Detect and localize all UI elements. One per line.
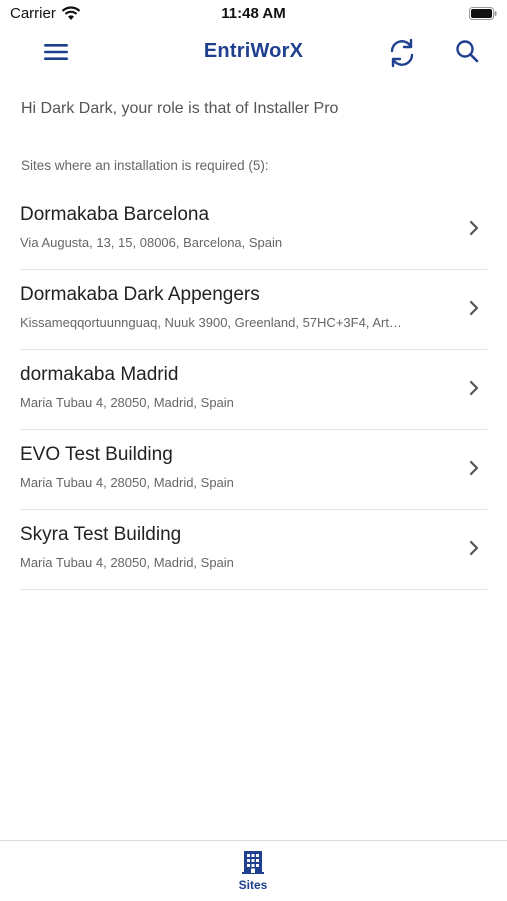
chevron-right-icon (469, 460, 479, 476)
site-name: Skyra Test Building (20, 524, 182, 545)
site-address: Maria Tubau 4, 28050, Madrid, Spain (20, 475, 234, 490)
site-address: Via Augusta, 13, 15, 08006, Barcelona, S… (20, 235, 283, 250)
site-list: Dormakaba Barcelona Via Augusta, 13, 15,… (0, 190, 507, 590)
app-title: EntriWorX (203, 40, 304, 62)
nav-bar: EntriWorX (0, 30, 507, 74)
greeting-text: Hi Dark Dark, your role is that of Insta… (21, 100, 339, 117)
site-row-dormakaba-madrid[interactable]: dormakaba Madrid Maria Tubau 4, 28050, M… (20, 350, 487, 430)
site-row-evo-test-building[interactable]: EVO Test Building Maria Tubau 4, 28050, … (20, 430, 487, 510)
site-name: EVO Test Building (20, 444, 173, 465)
site-row-dormakaba-dark-appengers[interactable]: Dormakaba Dark Appengers Kissameqqortuun… (20, 270, 487, 350)
chevron-right-icon (469, 300, 479, 316)
sync-icon[interactable] (384, 35, 420, 71)
site-address: Maria Tubau 4, 28050, Madrid, Spain (20, 555, 234, 570)
status-bar: Carrier 11:48 AM (0, 0, 507, 30)
tab-sites[interactable]: Sites (223, 849, 283, 899)
sites-section-header: Sites where an installation is required … (21, 158, 269, 173)
site-address: Maria Tubau 4, 28050, Madrid, Spain (20, 395, 234, 410)
hamburger-menu-icon[interactable] (40, 38, 72, 66)
chevron-right-icon (469, 540, 479, 556)
search-icon[interactable] (454, 38, 482, 66)
site-row-dormakaba-barcelona[interactable]: Dormakaba Barcelona Via Augusta, 13, 15,… (20, 190, 487, 270)
tab-bar: Sites (0, 840, 507, 901)
tab-sites-label: Sites (238, 878, 268, 892)
chevron-right-icon (469, 220, 479, 236)
site-name: Dormakaba Dark Appengers (20, 284, 260, 305)
site-row-skyra-test-building[interactable]: Skyra Test Building Maria Tubau 4, 28050… (20, 510, 487, 590)
battery-icon (469, 7, 497, 20)
site-address: Kissameqqortuunnguaq, Nuuk 3900, Greenla… (20, 315, 402, 330)
chevron-right-icon (469, 380, 479, 396)
site-name: Dormakaba Barcelona (20, 204, 210, 225)
site-name: dormakaba Madrid (20, 364, 179, 385)
building-icon (242, 851, 264, 874)
status-time: 11:48 AM (221, 5, 286, 22)
